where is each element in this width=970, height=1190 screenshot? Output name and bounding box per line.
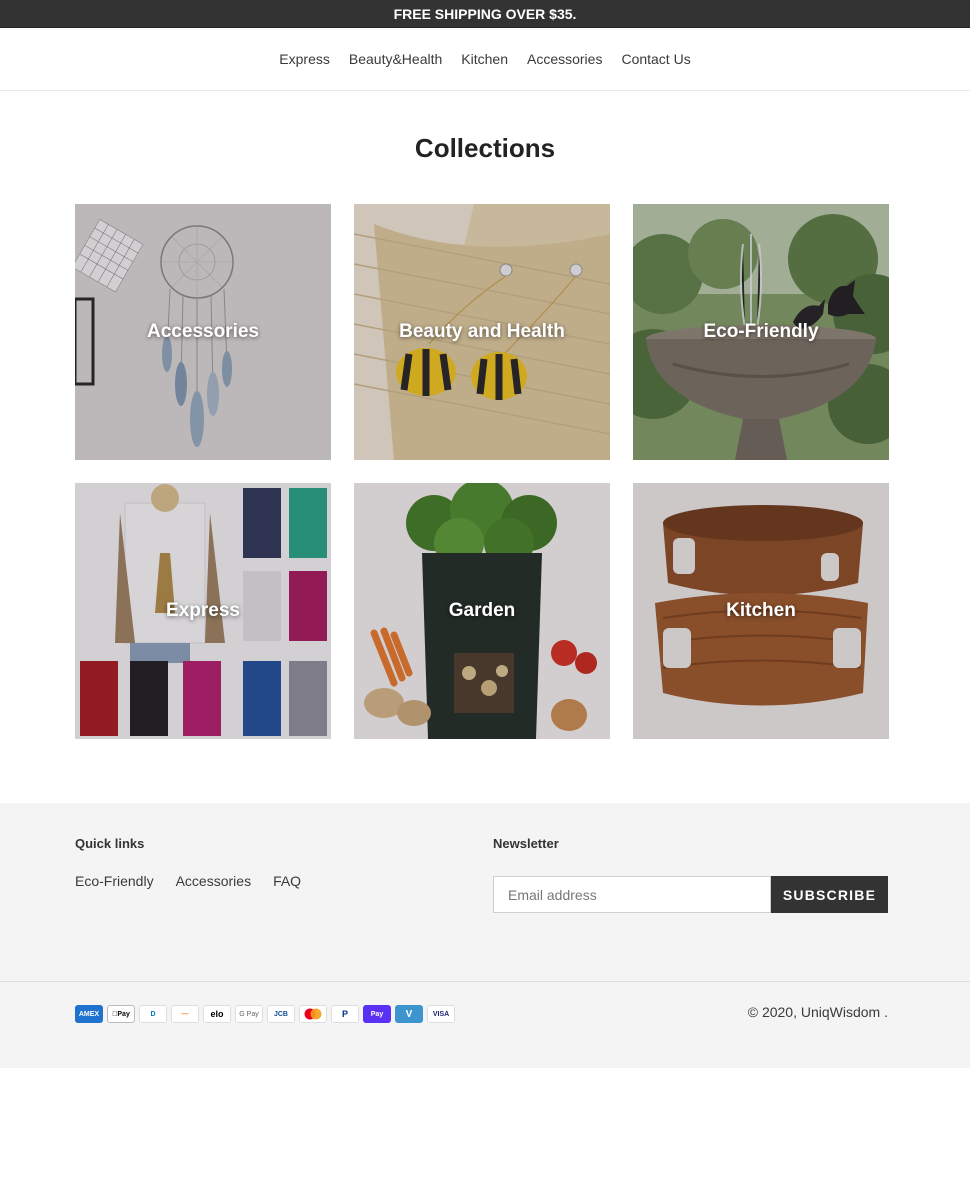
paypal-icon: P — [331, 1005, 359, 1023]
subscribe-button[interactable]: SUBSCRIBE — [771, 876, 888, 913]
collection-label: Kitchen — [726, 600, 796, 621]
shop-pay-icon: Pay — [363, 1005, 391, 1023]
footer-link-eco-friendly[interactable]: Eco-Friendly — [75, 873, 154, 889]
nav-item-accessories[interactable]: Accessories — [517, 51, 611, 67]
announcement-text: FREE SHIPPING OVER $35. — [393, 5, 577, 22]
collection-card-garden[interactable]: Garden — [354, 483, 610, 739]
google-pay-icon: G Pay — [235, 1005, 263, 1023]
quick-links: Eco-Friendly Accessories FAQ — [75, 873, 301, 889]
collection-card-express[interactable]: Express — [75, 483, 331, 739]
nav-item-beauty-health[interactable]: Beauty&Health — [339, 51, 451, 67]
jcb-icon: JCB — [267, 1005, 295, 1023]
apple-pay-icon: Pay — [107, 1005, 135, 1023]
payment-icons: AMEX Pay D — elo G Pay JCB P Pay V VISA — [75, 1005, 455, 1023]
footer-link-faq[interactable]: FAQ — [273, 873, 301, 889]
collection-label: Accessories — [147, 321, 259, 342]
elo-icon: elo — [203, 1005, 231, 1023]
collection-card-eco-friendly[interactable]: Eco-Friendly — [633, 204, 889, 460]
page-title: Collections — [414, 133, 556, 163]
nav-item-contact-us[interactable]: Contact Us — [612, 51, 700, 67]
collection-label: Garden — [448, 600, 516, 621]
newsletter-form: SUBSCRIBE — [493, 876, 888, 913]
diners-club-icon: D — [139, 1005, 167, 1023]
collection-label: Express — [166, 600, 240, 621]
copyright-text: © 2020, UniqWisdom . — [747, 1004, 888, 1020]
venmo-icon: V — [395, 1005, 423, 1023]
footer-divider — [0, 981, 970, 982]
email-input[interactable] — [493, 876, 771, 913]
footer-link-accessories[interactable]: Accessories — [176, 873, 251, 889]
collection-label: Eco-Friendly — [703, 321, 819, 342]
main-nav: Express Beauty&Health Kitchen Accessorie… — [0, 28, 970, 91]
visa-icon: VISA — [427, 1005, 455, 1023]
newsletter-title: Newsletter — [493, 836, 559, 851]
discover-icon: — — [171, 1005, 199, 1023]
collection-grid: Accessories Beauty and Health Eco-Friend… — [75, 204, 889, 739]
amex-icon: AMEX — [75, 1005, 103, 1023]
quick-links-title: Quick links — [75, 836, 145, 851]
announcement-bar: FREE SHIPPING OVER $35. — [0, 0, 970, 28]
nav-item-kitchen[interactable]: Kitchen — [452, 51, 518, 67]
collection-label: Beauty and Health — [399, 321, 565, 342]
collection-card-kitchen[interactable]: Kitchen — [633, 483, 889, 739]
site-footer: Quick links Eco-Friendly Accessories FAQ… — [0, 803, 970, 1068]
collection-card-accessories[interactable]: Accessories — [75, 204, 331, 460]
collection-card-beauty-and-health[interactable]: Beauty and Health — [354, 204, 610, 460]
nav-item-express[interactable]: Express — [270, 51, 340, 67]
mastercard-icon — [299, 1005, 327, 1023]
